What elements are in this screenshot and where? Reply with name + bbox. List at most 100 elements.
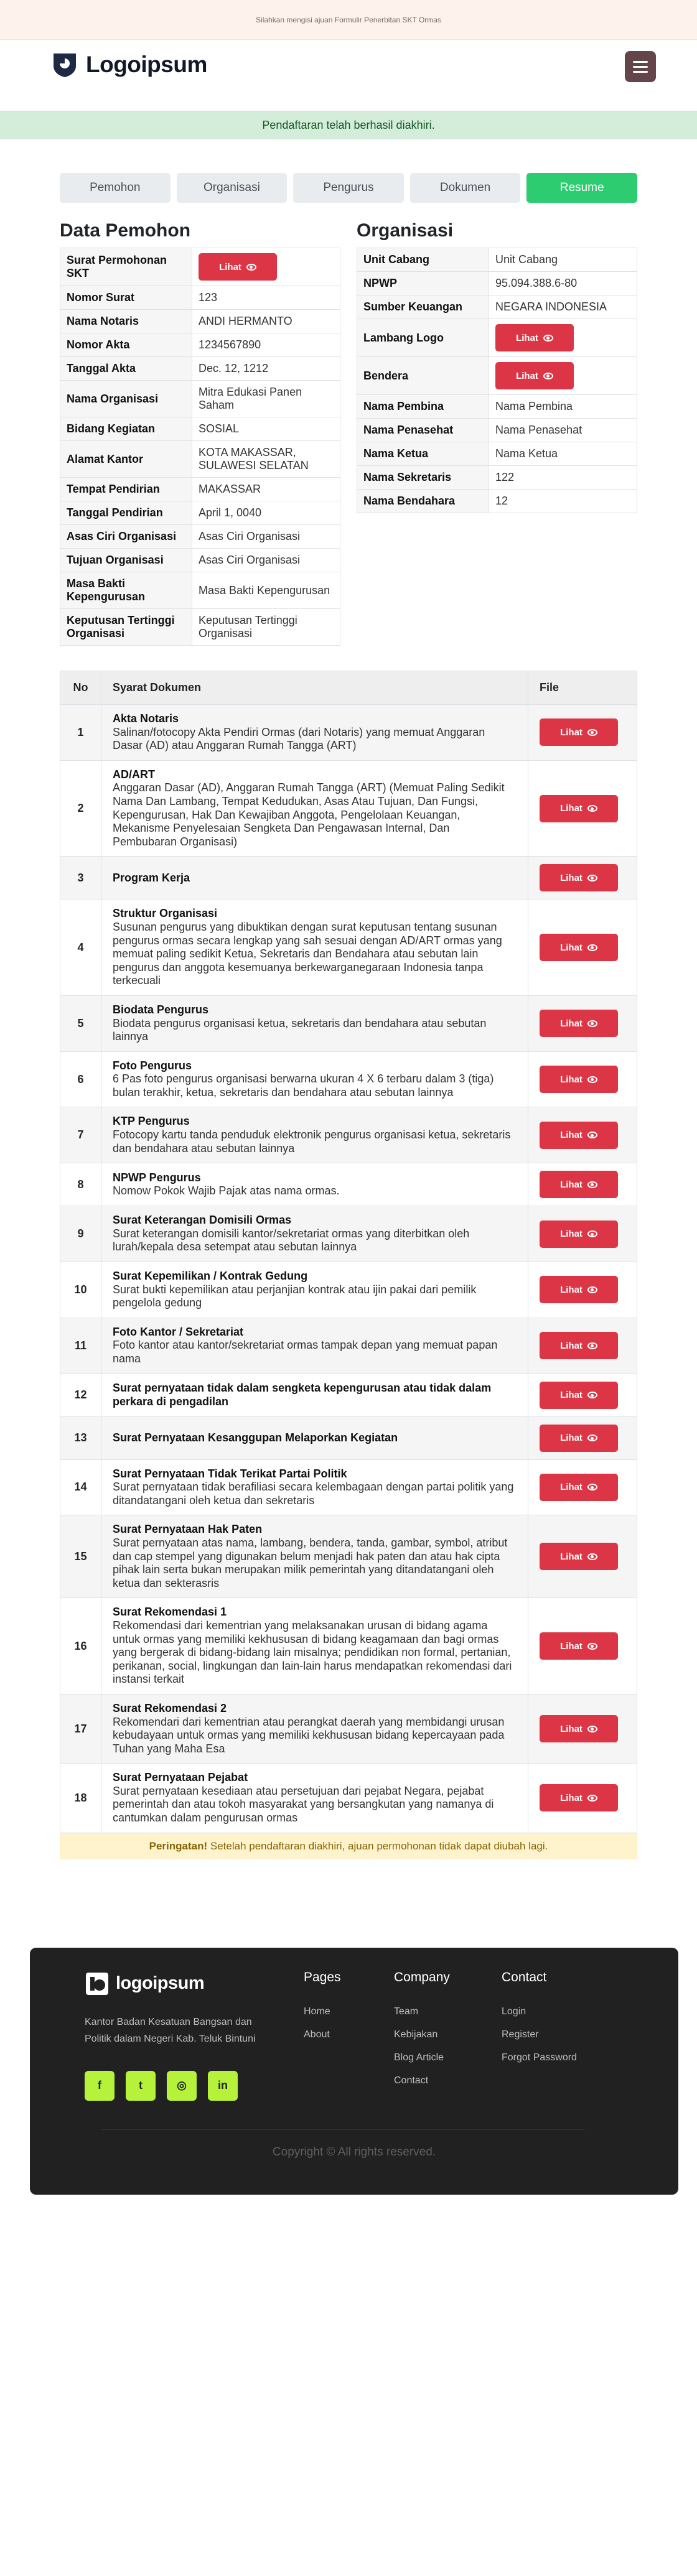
pemohon-row: Alamat Kantor KOTA MAKASSAR, SULAWESI SEL…	[60, 440, 340, 478]
document-row: 13 Surat Pernyataan Kesanggupan Melaporka…	[60, 1416, 637, 1460]
view-document-button[interactable]: Lihat	[540, 1715, 618, 1743]
warning-alert: Peringatan! Setelah pendaftaran diakhiri…	[60, 1833, 637, 1859]
view-document-button[interactable]: Lihat	[540, 718, 618, 746]
view-document-button[interactable]: Lihat	[540, 1276, 618, 1304]
organisasi-row: Lambang Logo Lihat	[357, 319, 637, 357]
footer-logo-text: logoipsum	[116, 1973, 205, 1994]
facebook-icon[interactable]: f	[85, 2070, 115, 2101]
document-description: 6 Pas foto pengurus organisasi berwarna …	[113, 1072, 494, 1099]
view-file-button[interactable]: Lihat	[495, 324, 574, 351]
eye-icon	[587, 728, 597, 736]
documents-table: No Syarat Dokumen File 1 Akta Notaris Sali…	[60, 671, 637, 1833]
view-document-button[interactable]: Lihat	[540, 934, 618, 962]
twitter-icon[interactable]: t	[126, 2070, 156, 2101]
document-number: 6	[60, 1051, 101, 1108]
document-title: Struktur Organisasi	[113, 907, 218, 920]
document-info: Foto Pengurus 6 Pas foto pengurus organis…	[101, 1051, 528, 1108]
document-file: Lihat	[528, 1317, 637, 1374]
footer-link[interactable]: Team	[394, 2006, 450, 2017]
view-document-button[interactable]: Lihat	[540, 1473, 618, 1501]
document-info: Foto Kantor / Sekretariat Foto kantor ata…	[101, 1317, 528, 1374]
tab-pemohon[interactable]: Pemohon	[60, 173, 171, 203]
footer-column-contact: Contact Login Register Forgot Password	[502, 1970, 577, 2075]
document-file: Lihat	[528, 1051, 637, 1108]
pemohon-row: Tujuan Organisasi Asas Ciri Organisasi	[60, 548, 340, 572]
eye-icon	[587, 805, 597, 812]
footer-link[interactable]: Blog Article	[394, 2052, 450, 2063]
view-button-label: Lihat	[560, 872, 582, 883]
view-document-button[interactable]: Lihat	[540, 1381, 618, 1409]
field-value: April 1, 0040	[192, 501, 340, 525]
document-number: 10	[60, 1262, 101, 1318]
view-button-label: Lihat	[516, 332, 538, 343]
field-label: Nama Ketua	[357, 442, 489, 466]
field-label: Bidang Kegiatan	[60, 417, 192, 441]
pemohon-row: Masa Bakti Kepengurusan Masa Bakti Kepeng…	[60, 572, 340, 609]
menu-button[interactable]	[625, 51, 656, 82]
header-syarat-dokumen: Syarat Dokumen	[101, 671, 528, 705]
view-file-button[interactable]: Lihat	[199, 253, 277, 281]
success-alert: Pendaftaran telah berhasil diakhiri.	[0, 111, 697, 139]
view-button-label: Lihat	[560, 1482, 582, 1493]
field-value: 95.094.388.6-80	[489, 271, 637, 295]
view-document-button[interactable]: Lihat	[540, 1543, 618, 1571]
eye-icon	[587, 1342, 597, 1349]
field-value: NEGARA INDONESIA	[489, 295, 637, 319]
linkedin-icon[interactable]: in	[208, 2070, 238, 2101]
field-value: Nama Ketua	[489, 442, 637, 466]
footer-link[interactable]: Contact	[394, 2075, 450, 2086]
view-document-button[interactable]: Lihat	[540, 1066, 618, 1094]
field-label: Nomor Akta	[60, 333, 192, 357]
field-label: Unit Cabang	[357, 248, 489, 272]
view-document-button[interactable]: Lihat	[540, 1424, 618, 1452]
organisasi-title: Organisasi	[357, 220, 454, 241]
tab-resume[interactable]: Resume	[526, 173, 637, 203]
view-document-button[interactable]: Lihat	[540, 1332, 618, 1360]
footer-link[interactable]: About	[304, 2029, 341, 2040]
view-document-button[interactable]: Lihat	[540, 864, 618, 892]
view-document-button[interactable]: Lihat	[540, 1632, 618, 1660]
footer-link[interactable]: Forgot Password	[502, 2052, 577, 2063]
success-alert-text: Pendaftaran telah berhasil diakhiri.	[262, 118, 435, 131]
footer-column-title: Pages	[304, 1969, 341, 1984]
view-document-button[interactable]: Lihat	[540, 1784, 618, 1812]
document-row: 12 Surat pernyataan tidak dalam sengketa …	[60, 1373, 637, 1417]
document-description: Foto kantor atau kantor/sekretariat orma…	[113, 1339, 498, 1365]
document-number: 8	[60, 1163, 101, 1207]
field-label: Tanggal Akta	[60, 356, 192, 381]
site-logo[interactable]: Logoipsum	[51, 51, 207, 78]
document-file: Lihat	[528, 1163, 637, 1207]
tab-dokumen[interactable]: Dokumen	[409, 173, 521, 203]
field-label: Tujuan Organisasi	[60, 548, 192, 572]
footer-link[interactable]: Login	[502, 2006, 577, 2017]
eye-icon	[587, 1434, 597, 1442]
tab-organisasi[interactable]: Organisasi	[176, 173, 288, 203]
pemohon-row: Nomor Surat 123	[60, 286, 340, 310]
eye-icon	[587, 1725, 597, 1732]
field-value: Asas Ciri Organisasi	[192, 524, 340, 549]
view-document-button[interactable]: Lihat	[540, 1171, 618, 1199]
document-row: 5 Biodata Pengurus Biodata pengurus organi…	[60, 995, 637, 1052]
footer-link[interactable]: Register	[502, 2029, 577, 2040]
footer-link[interactable]: Kebijakan	[394, 2029, 450, 2040]
document-description: Salinan/fotocopy Akta Pendiri Ormas (dar…	[113, 725, 485, 752]
document-description: Fotocopy kartu tanda penduduk elektronik…	[113, 1128, 511, 1155]
field-value: Lihat	[489, 319, 637, 357]
view-file-button[interactable]: Lihat	[495, 362, 574, 389]
top-notice-bar: Silahkan mengisi ajuan Formulir Penerbit…	[0, 0, 697, 40]
view-button-label: Lihat	[560, 1074, 582, 1085]
field-value: SOSIAL	[192, 417, 340, 441]
field-value: 12	[489, 489, 637, 513]
view-document-button[interactable]: Lihat	[540, 794, 618, 822]
instagram-icon[interactable]: ◎	[167, 2070, 197, 2101]
document-row: 16 Surat Rekomendasi 1 Rekomendasi dari ke…	[60, 1597, 637, 1695]
document-number: 2	[60, 760, 101, 857]
tab-pengurus[interactable]: Pengurus	[293, 173, 404, 203]
view-document-button[interactable]: Lihat	[540, 1121, 618, 1149]
field-value: KOTA MAKASSAR, SULAWESI SELATAN	[192, 440, 340, 478]
view-document-button[interactable]: Lihat	[540, 1220, 618, 1248]
footer-logo[interactable]: logoipsum	[85, 1971, 205, 1996]
view-document-button[interactable]: Lihat	[540, 1010, 618, 1038]
footer-link[interactable]: Home	[304, 2006, 341, 2017]
organisasi-row: Nama Pembina Nama Pembina	[357, 394, 637, 419]
